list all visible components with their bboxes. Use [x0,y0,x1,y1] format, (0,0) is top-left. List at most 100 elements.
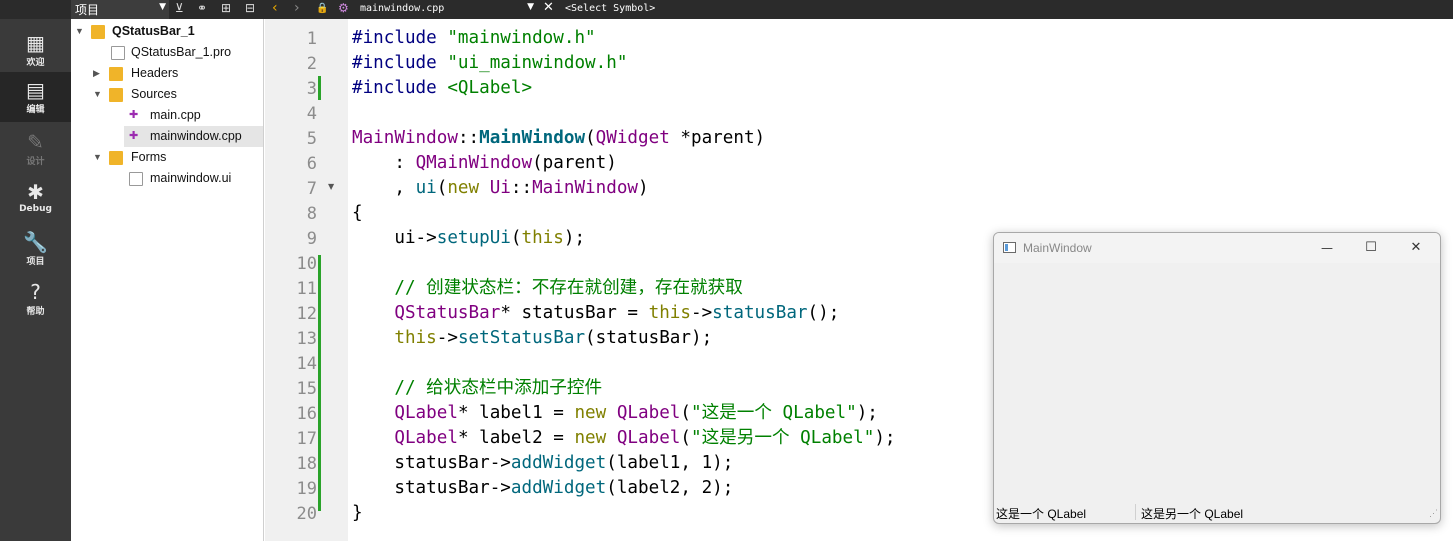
wrench-icon: 🔧 [23,230,48,254]
line-number: 6 [306,154,317,174]
code-line[interactable]: // 给状态栏中添加子控件 [352,376,602,401]
code-line[interactable]: QLabel* label1 = new QLabel("这是一个 QLabel… [352,401,878,426]
minimize-button[interactable]: — [1307,237,1347,259]
line-number: 18 [296,454,317,474]
nav-forward-icon[interactable]: › [294,0,300,16]
line-number: 20 [296,504,317,524]
line-number-gutter: 1 2 3 4 5 6 7 8 9 10 11 12 13 14 15 16 17 18 19 20 ▼ [265,19,348,541]
change-marker [318,255,321,511]
size-grip-icon[interactable]: ⋰ [1429,508,1438,519]
symbol-selector[interactable]: <Select Symbol> [565,3,655,14]
mode-help[interactable]: ? 帮助 [0,274,71,324]
code-line[interactable]: : QMainWindow(parent) [352,151,616,176]
project-view-label: 项目 [75,3,100,17]
line-number: 7 [306,179,317,199]
code-line[interactable]: #include <QLabel> [352,76,532,101]
code-line[interactable]: } [352,501,363,526]
code-line[interactable]: this->setStatusBar(statusBar); [352,326,712,351]
code-line[interactable]: #include "mainwindow.h" [352,26,596,51]
mode-edit-label: 编辑 [26,105,45,115]
close-icon[interactable]: ✕ [543,0,554,15]
mode-welcome[interactable]: ▦ 欢迎 [0,25,71,75]
mode-help-label: 帮助 [26,307,45,317]
edit-document-icon: ▤ [26,78,45,102]
forms-label: Forms [131,150,167,164]
code-line[interactable]: MainWindow::MainWindow(QWidget *parent) [352,126,765,151]
project-name: QStatusBar_1 [112,24,195,38]
mode-design[interactable]: ✎ 设计 [0,124,71,174]
line-number: 1 [306,29,317,49]
mode-debug-label: Debug [19,204,52,214]
project-view-selector[interactable]: 项目 ▼ [71,0,169,19]
collapse-icon[interactable]: ⊟ [245,1,255,15]
chevron-down-icon: ▼ [75,26,84,36]
line-number: 4 [306,104,317,124]
status-label-2: 这是另一个 QLabel [1141,507,1244,521]
cpp-file-icon: ⚙ [338,1,349,15]
app-statusbar: 这是一个 QLabel 这是另一个 QLabel ⋰ [994,502,1440,523]
tree-file-mainwindow-cpp[interactable]: ✚ mainwindow.cpp [124,126,263,147]
line-number: 16 [296,404,317,424]
mode-projects[interactable]: 🔧 项目 [0,224,71,274]
tree-sources[interactable]: ▼ Sources [71,84,263,105]
code-line[interactable]: QStatusBar* statusBar = this->statusBar(… [352,301,839,326]
tree-pro-file[interactable]: QStatusBar_1.pro [71,42,263,63]
folder-icon [109,67,123,81]
code-line[interactable]: statusBar->addWidget(label1, 1); [352,451,733,476]
top-toolbar: 项目 ▼ ⊻ ⚭ ⊞ ⊟ ‹ › 🔒 ⚙ mainwindow.cpp ▼ ✕ … [0,0,1453,19]
mode-design-label: 设计 [26,157,45,167]
code-line[interactable]: ui->setupUi(this); [352,226,585,251]
line-number: 17 [296,429,317,449]
line-number: 12 [296,304,317,324]
window-icon [1003,242,1016,253]
bug-icon: ✱ [27,180,44,204]
change-marker [318,76,321,100]
file-label: mainwindow.cpp [150,129,242,143]
nav-back-icon[interactable]: ‹ [272,0,278,16]
chevron-down-icon: ▼ [159,2,166,12]
line-number: 10 [296,254,317,274]
file-label: main.cpp [150,108,201,122]
pro-file-icon [111,46,125,60]
code-line[interactable]: statusBar->addWidget(label2, 2); [352,476,733,501]
code-line[interactable]: QLabel* label2 = new QLabel("这是另一个 QLabe… [352,426,895,451]
fold-arrow-icon[interactable]: ▼ [328,182,334,191]
line-number: 14 [296,354,317,374]
tree-project-root[interactable]: ▼ QStatusBar_1 [71,21,263,42]
mode-debug[interactable]: ✱ Debug [0,174,71,224]
tree-file-mainwindow-ui[interactable]: mainwindow.ui [71,168,263,189]
tree-file-main-cpp[interactable]: ✚ main.cpp [71,105,263,126]
app-mainwindow: MainWindow — ☐ ✕ 这是一个 QLabel 这是另一个 QLabe… [993,232,1441,524]
file-label: mainwindow.ui [150,171,232,185]
close-button[interactable]: ✕ [1396,237,1436,259]
code-line[interactable]: // 创建状态栏：不存在就创建，存在就获取 [352,276,742,301]
link-icon[interactable]: ⚭ [197,1,207,15]
mode-edit[interactable]: ▤ 编辑 [0,72,71,122]
line-number: 5 [306,129,317,149]
line-number: 15 [296,379,317,399]
pencil-icon: ✎ [27,130,44,154]
filter-icon[interactable]: ⊻ [175,1,184,15]
chevron-down-icon: ▼ [527,2,534,12]
code-line[interactable]: #include "ui_mainwindow.h" [352,51,627,76]
mode-welcome-label: 欢迎 [26,58,45,68]
open-file-name: mainwindow.cpp [360,3,445,14]
code-line[interactable]: , ui(new Ui::MainWindow) [352,176,648,201]
headers-label: Headers [131,66,179,80]
folder-icon [109,88,123,102]
line-number: 19 [296,479,317,499]
tree-headers[interactable]: ▶ Headers [71,63,263,84]
line-number: 9 [306,229,317,249]
split-icon[interactable]: ⊞ [221,1,231,15]
app-titlebar: MainWindow — ☐ ✕ [994,233,1440,263]
chevron-down-icon: ▼ [93,89,102,99]
tree-forms[interactable]: ▼ Forms [71,147,263,168]
line-number: 8 [306,204,317,224]
sources-label: Sources [131,87,177,101]
maximize-button[interactable]: ☐ [1351,237,1391,259]
line-number: 11 [296,279,317,299]
code-line[interactable]: { [352,201,363,226]
cpp-file-icon: ✚ [129,109,139,121]
folder-icon [109,151,123,165]
open-file-selector[interactable]: ⚙ mainwindow.cpp ▼ [333,0,538,19]
